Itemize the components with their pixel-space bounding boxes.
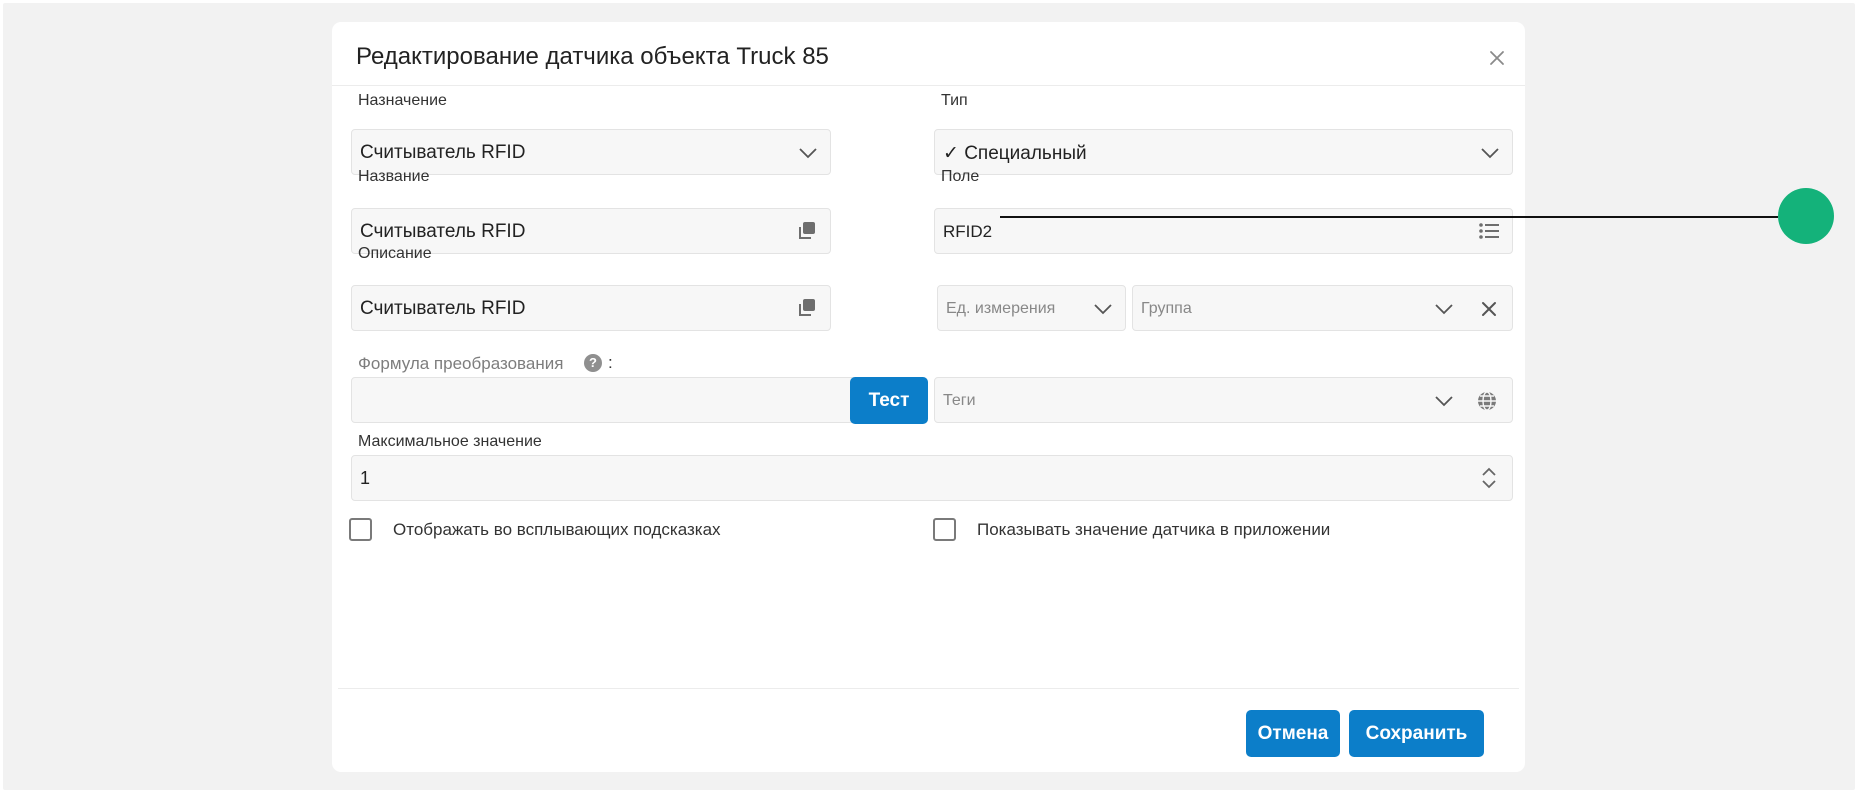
formula-colon: : <box>608 353 613 372</box>
save-button[interactable]: Сохранить <box>1349 710 1484 757</box>
show-in-app-label: Показывать значение датчика в приложении <box>977 520 1331 539</box>
group-placeholder: Группа <box>1141 300 1192 317</box>
tags-select[interactable]: Теги <box>934 377 1513 423</box>
type-select[interactable]: ✓ Специальный <box>934 129 1513 175</box>
name-value: Считыватель RFID <box>360 221 526 242</box>
test-formula-button[interactable]: Тест <box>850 377 928 424</box>
show-in-tooltips-checkbox[interactable] <box>349 518 372 541</box>
chevron-down-icon <box>1435 304 1453 315</box>
annotation-marker <box>1778 188 1834 244</box>
max-value-label: Максимальное значение <box>358 433 542 450</box>
type-value: ✓ Специальный <box>943 143 1087 164</box>
unit-placeholder: Ед. измерения <box>946 300 1056 317</box>
chevron-down-icon <box>1435 396 1453 407</box>
field-input[interactable]: RFID2 <box>934 208 1513 254</box>
description-value: Считыватель RFID <box>360 298 526 319</box>
field-label: Поле <box>941 168 980 185</box>
footer-divider <box>338 688 1519 689</box>
field-value: RFID2 <box>943 222 993 241</box>
chevron-down-icon <box>799 148 817 159</box>
clear-icon[interactable] <box>1480 300 1498 318</box>
name-label: Название <box>358 168 430 185</box>
description-input[interactable]: Считыватель RFID <box>351 285 831 331</box>
purpose-label: Назначение <box>358 92 447 109</box>
copy-icon[interactable] <box>796 220 818 242</box>
dialog-header: Редактирование датчика объекта Truck 85 <box>332 22 1525 86</box>
formula-label: Формула преобразования <box>358 354 564 373</box>
stepper-icon[interactable] <box>1480 465 1498 491</box>
copy-icon[interactable] <box>796 297 818 319</box>
type-label: Тип <box>941 92 968 109</box>
close-icon[interactable] <box>1487 48 1507 68</box>
tags-placeholder: Теги <box>943 392 976 409</box>
chevron-down-icon <box>1481 148 1499 159</box>
group-select[interactable]: Группа <box>1132 285 1513 331</box>
show-in-app-checkbox[interactable] <box>933 518 956 541</box>
max-value-value: 1 <box>360 468 371 488</box>
dialog-title: Редактирование датчика объекта Truck 85 <box>356 43 829 70</box>
cancel-button[interactable]: Отмена <box>1246 710 1340 757</box>
purpose-value: Считыватель RFID <box>360 142 526 163</box>
edit-sensor-dialog: Редактирование датчика объекта Truck 85 … <box>332 22 1525 772</box>
max-value-input[interactable]: 1 <box>351 455 1513 501</box>
chevron-down-icon <box>1094 304 1112 315</box>
help-icon[interactable]: ? <box>584 354 602 372</box>
unit-select[interactable]: Ед. измерения <box>937 285 1126 331</box>
formula-input[interactable] <box>351 377 856 423</box>
description-label: Описание <box>358 245 432 262</box>
annotation-pointer-line <box>1000 216 1778 218</box>
show-in-tooltips-label: Отображать во всплывающих подсказках <box>393 520 721 539</box>
list-icon[interactable] <box>1478 221 1500 241</box>
globe-icon[interactable] <box>1476 390 1498 412</box>
